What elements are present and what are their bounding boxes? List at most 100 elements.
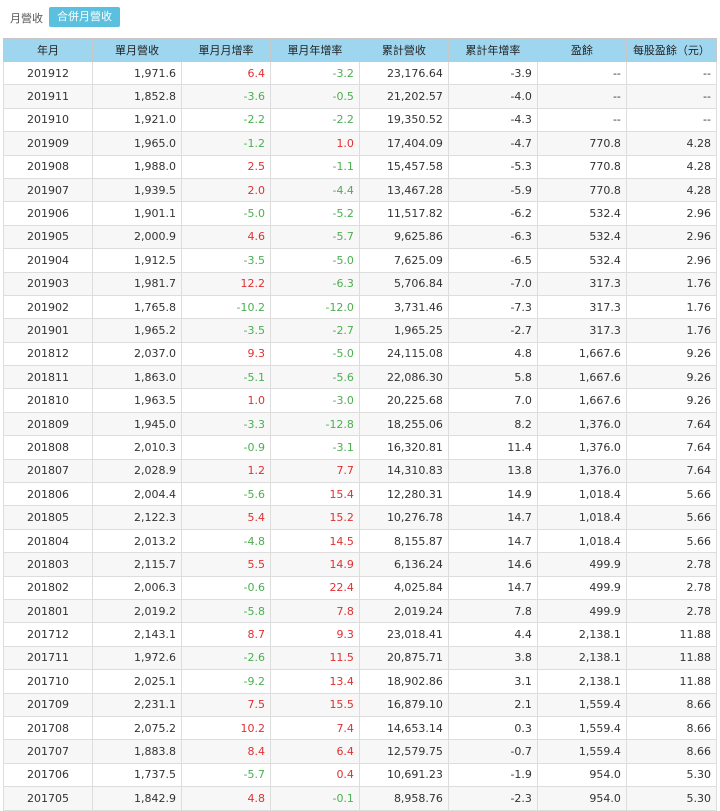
cell-cumulative-yoy: 5.8 xyxy=(447,365,538,390)
cell-cumulative-yoy: 14.9 xyxy=(447,482,538,507)
cell-cumulative-revenue: 24,115.08 xyxy=(358,341,449,367)
cell-cumulative-revenue: 1,965.25 xyxy=(358,318,449,343)
cell-earnings: 317.3 xyxy=(536,318,627,343)
cell-year-month: 201903 xyxy=(3,271,93,296)
cell-cumulative-yoy: -5.3 xyxy=(447,154,538,179)
cell-earnings: 2,138.1 xyxy=(536,645,627,671)
cell-eps: 7.64 xyxy=(625,411,718,437)
cell-earnings: 1,018.4 xyxy=(536,528,627,554)
cell-cumulative-yoy: 7.0 xyxy=(447,388,538,413)
cell-cumulative-revenue: 12,280.31 xyxy=(358,482,449,507)
cell-eps: 4.28 xyxy=(625,131,718,156)
cell-monthly-revenue: 2,028.9 xyxy=(91,458,182,484)
col-header-year-month: 年月 xyxy=(3,38,93,62)
cell-yoy-growth: -3.0 xyxy=(269,388,360,413)
cell-earnings: 2,138.1 xyxy=(536,669,627,694)
cell-yoy-growth: -3.1 xyxy=(269,435,360,460)
cell-year-month: 201811 xyxy=(3,365,93,390)
cell-yoy-growth: -5.6 xyxy=(269,365,360,390)
cell-earnings: 317.3 xyxy=(536,294,627,320)
cell-yoy-growth: 11.5 xyxy=(269,645,360,671)
table-row: 201910 1,921.0 -2.2 -2.2 19,350.52 -4.3 -- -- xyxy=(3,107,718,133)
cell-mom-growth: 2.5 xyxy=(180,154,271,179)
cell-eps: 9.26 xyxy=(625,341,718,367)
table-row: 201908 1,988.0 2.5 -1.1 15,457.58 -5.3 770.8 4.… xyxy=(3,154,718,179)
cell-mom-growth: -4.8 xyxy=(180,528,271,554)
cell-year-month: 201908 xyxy=(3,154,93,179)
cell-cumulative-revenue: 4,025.84 xyxy=(358,575,449,600)
cell-monthly-revenue: 1,963.5 xyxy=(91,388,182,413)
table-row: 201906 1,901.1 -5.0 -5.2 11,517.82 -6.2 532.4 2… xyxy=(3,201,718,226)
cell-year-month: 201806 xyxy=(3,482,93,507)
cell-cumulative-yoy: -4.0 xyxy=(447,84,538,109)
cell-yoy-growth: 22.4 xyxy=(269,575,360,600)
cell-cumulative-revenue: 5,706.84 xyxy=(358,271,449,296)
cell-eps: 8.66 xyxy=(625,715,718,741)
cell-monthly-revenue: 2,025.1 xyxy=(91,669,182,694)
cell-eps: 4.28 xyxy=(625,177,718,203)
cell-earnings: 1,667.6 xyxy=(536,365,627,390)
cell-eps: 7.64 xyxy=(625,435,718,460)
cell-monthly-revenue: 1,912.5 xyxy=(91,248,182,273)
cell-cumulative-revenue: 21,202.57 xyxy=(358,84,449,109)
cell-earnings: 770.8 xyxy=(536,177,627,203)
cell-cumulative-revenue: 13,467.28 xyxy=(358,177,449,203)
cell-eps: 2.78 xyxy=(625,598,718,624)
cell-year-month: 201709 xyxy=(3,692,93,717)
cell-earnings: 499.9 xyxy=(536,598,627,624)
col-header-monthly-revenue: 單月營收 xyxy=(91,38,182,62)
table-row: 201708 2,075.2 10.2 7.4 14,653.14 0.3 1,559.4 8… xyxy=(3,715,718,741)
cell-cumulative-yoy: -7.0 xyxy=(447,271,538,296)
cell-mom-growth: -5.6 xyxy=(180,482,271,507)
table-row: 201812 2,037.0 9.3 -5.0 24,115.08 4.8 1,667.6 9… xyxy=(3,341,718,367)
cell-monthly-revenue: 1,965.0 xyxy=(91,131,182,156)
cell-cumulative-yoy: -1.9 xyxy=(447,762,538,788)
cell-yoy-growth: 15.4 xyxy=(269,482,360,507)
cell-year-month: 201708 xyxy=(3,715,93,741)
table-row: 201901 1,965.2 -3.5 -2.7 1,965.25 -2.7 317.3 1.… xyxy=(3,318,718,343)
cell-eps: -- xyxy=(625,84,718,109)
col-header-mom-growth: 單月月增率 xyxy=(180,38,271,62)
cell-earnings: 2,138.1 xyxy=(536,622,627,647)
cell-mom-growth: -9.2 xyxy=(180,669,271,694)
cell-cumulative-yoy: 2.1 xyxy=(447,692,538,717)
cell-yoy-growth: 15.2 xyxy=(269,505,360,530)
cell-cumulative-yoy: 13.8 xyxy=(447,458,538,484)
cell-yoy-growth: 15.5 xyxy=(269,692,360,717)
cell-year-month: 201906 xyxy=(3,201,93,226)
cell-year-month: 201808 xyxy=(3,435,93,460)
cell-monthly-revenue: 1,883.8 xyxy=(91,739,182,764)
cell-monthly-revenue: 2,231.1 xyxy=(91,692,182,717)
cell-mom-growth: 5.4 xyxy=(180,505,271,530)
cell-cumulative-revenue: 8,155.87 xyxy=(358,528,449,554)
table-row: 201707 1,883.8 8.4 6.4 12,579.75 -0.7 1,559.4 8… xyxy=(3,739,718,764)
cell-eps: -- xyxy=(625,107,718,133)
table-row: 201912 1,971.6 6.4 -3.2 23,176.64 -3.9 -- -- xyxy=(3,60,718,86)
cell-year-month: 201711 xyxy=(3,645,93,671)
cell-yoy-growth: -5.2 xyxy=(269,201,360,226)
cell-eps: 2.96 xyxy=(625,201,718,226)
cell-cumulative-yoy: -4.3 xyxy=(447,107,538,133)
cell-yoy-growth: -12.0 xyxy=(269,294,360,320)
cell-eps: 2.96 xyxy=(625,224,718,250)
tab-monthly-revenue[interactable]: 月營收 xyxy=(10,10,43,26)
cell-eps: 9.26 xyxy=(625,388,718,413)
cell-monthly-revenue: 1,945.0 xyxy=(91,411,182,437)
cell-mom-growth: 10.2 xyxy=(180,715,271,741)
table-row: 201911 1,852.8 -3.6 -0.5 21,202.57 -4.0 -- -- xyxy=(3,84,718,109)
cell-yoy-growth: -3.2 xyxy=(269,60,360,86)
cell-yoy-growth: 1.0 xyxy=(269,131,360,156)
cell-year-month: 201706 xyxy=(3,762,93,788)
cell-yoy-growth: -5.0 xyxy=(269,248,360,273)
cell-monthly-revenue: 2,006.3 xyxy=(91,575,182,600)
cell-eps: 11.88 xyxy=(625,645,718,671)
cell-mom-growth: -5.1 xyxy=(180,365,271,390)
cell-cumulative-revenue: 10,276.78 xyxy=(358,505,449,530)
tab-consolidated-revenue[interactable]: 合併月營收 xyxy=(49,7,120,27)
cell-monthly-revenue: 2,004.4 xyxy=(91,482,182,507)
cell-yoy-growth: -1.1 xyxy=(269,154,360,179)
cell-yoy-growth: -0.5 xyxy=(269,84,360,109)
cell-cumulative-yoy: 8.2 xyxy=(447,411,538,437)
cell-mom-growth: -3.5 xyxy=(180,318,271,343)
cell-cumulative-revenue: 11,517.82 xyxy=(358,201,449,226)
